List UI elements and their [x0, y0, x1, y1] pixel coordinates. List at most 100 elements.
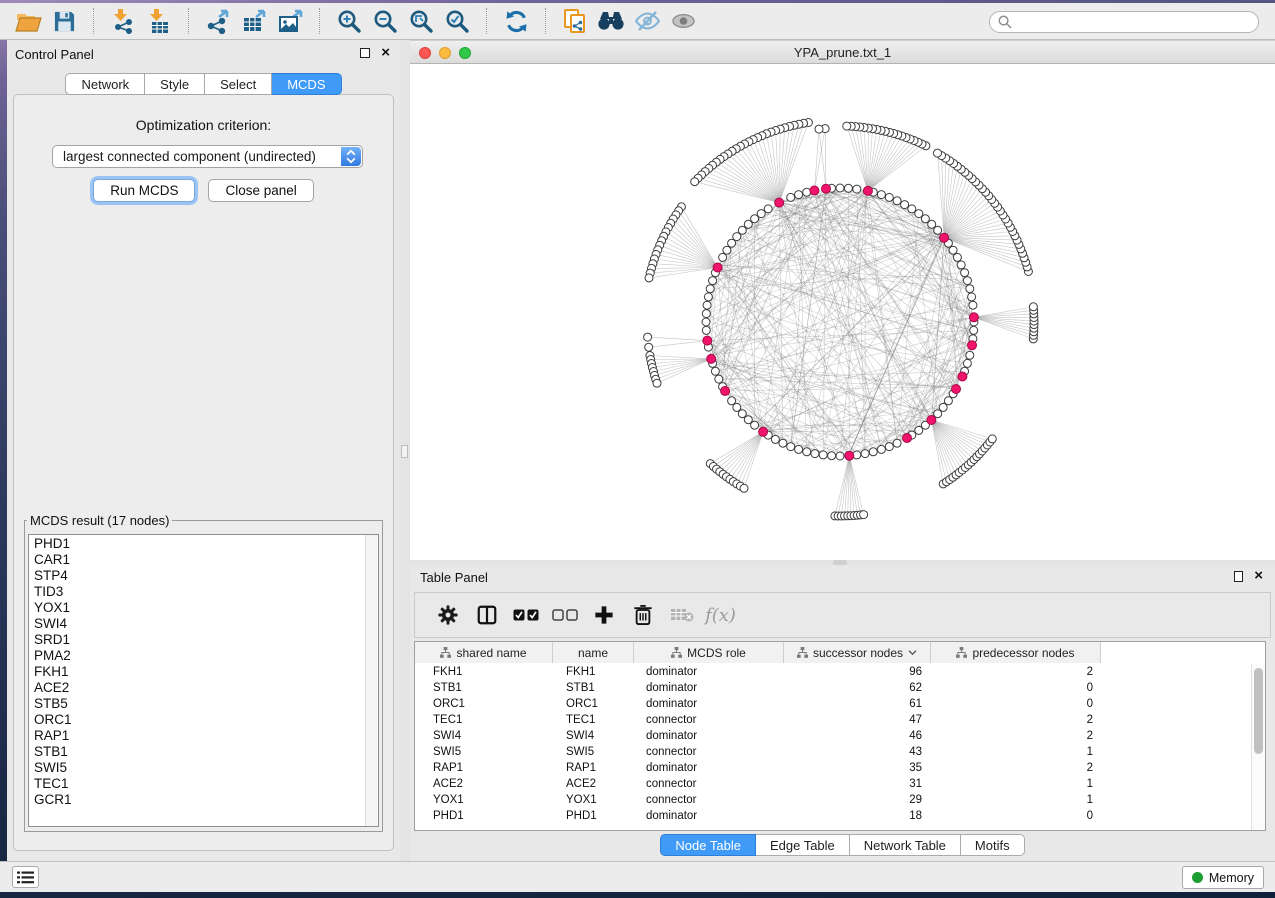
panel-menu-button[interactable] — [12, 866, 39, 888]
float-panel-icon[interactable] — [1234, 571, 1243, 582]
control-panel-tabs: NetworkStyleSelectMCDS — [7, 73, 400, 95]
column-header-filler — [1101, 642, 1265, 663]
table-row[interactable]: SWI4SWI4dominator462 — [415, 728, 1251, 744]
export-table-icon — [241, 8, 268, 34]
tab-mcds[interactable]: MCDS — [272, 73, 341, 95]
table-scrollbar[interactable] — [1251, 664, 1265, 830]
zoom-in-button[interactable] — [331, 6, 367, 36]
refresh-view-button[interactable] — [498, 6, 534, 36]
column-header-shared-name[interactable]: shared name — [415, 642, 553, 663]
import-table-icon — [146, 8, 172, 34]
close-panel-button[interactable]: Close panel — [208, 179, 313, 202]
mcds-result-item[interactable]: PMA2 — [29, 648, 365, 664]
save-session-button[interactable] — [46, 6, 82, 36]
cell-predecessor-nodes: 2 — [931, 730, 1101, 742]
mcds-result-item[interactable]: STB1 — [29, 744, 365, 760]
run-mcds-button[interactable]: Run MCDS — [93, 179, 195, 202]
cell-shared-name: SWI5 — [415, 746, 553, 758]
mcds-result-item[interactable]: YOX1 — [29, 600, 365, 616]
cell-successor-nodes: 46 — [784, 730, 931, 742]
export-table-button[interactable] — [236, 6, 272, 36]
mcds-result-item[interactable]: SRD1 — [29, 632, 365, 648]
tab-select[interactable]: Select — [205, 73, 272, 95]
gear-icon — [437, 604, 459, 626]
mcds-result-item[interactable]: SWI4 — [29, 616, 365, 632]
node-table: shared namenameMCDS rolesuccessor nodesp… — [414, 641, 1266, 831]
cell-mcds-role: dominator — [634, 682, 784, 694]
mcds-result-item[interactable]: STP4 — [29, 568, 365, 584]
clone-network-button[interactable] — [557, 6, 593, 36]
export-image-button[interactable] — [272, 6, 308, 36]
search-icon — [998, 15, 1012, 29]
import-table-button[interactable] — [141, 6, 177, 36]
tab-style[interactable]: Style — [145, 73, 205, 95]
control-panel: Control Panel × NetworkStyleSelectMCDS O… — [7, 40, 400, 861]
mcds-result-item[interactable]: TID3 — [29, 584, 365, 600]
column-header-MCDS-role[interactable]: MCDS role — [634, 642, 784, 663]
table-row[interactable]: ACE2ACE2connector311 — [415, 776, 1251, 792]
result-scrollbar[interactable] — [365, 535, 378, 826]
select-all-button[interactable] — [506, 597, 545, 633]
table-row[interactable]: ORC1ORC1dominator610 — [415, 696, 1251, 712]
mcds-result-item[interactable]: CAR1 — [29, 552, 365, 568]
tab-network-table[interactable]: Network Table — [850, 834, 961, 856]
close-panel-icon[interactable]: × — [1254, 567, 1263, 584]
mcds-result-item[interactable]: TEC1 — [29, 776, 365, 792]
mcds-result-item[interactable]: ACE2 — [29, 680, 365, 696]
column-header-successor-nodes[interactable]: successor nodes — [784, 642, 931, 663]
mcds-result-item[interactable]: SWI5 — [29, 760, 365, 776]
zoom-out-button[interactable] — [367, 6, 403, 36]
float-panel-icon[interactable] — [360, 48, 370, 58]
show-all-button[interactable] — [665, 6, 701, 36]
deselect-all-button[interactable] — [545, 597, 584, 633]
zoom-in-icon — [337, 9, 362, 34]
table-row[interactable]: TEC1TEC1connector472 — [415, 712, 1251, 728]
tab-node-table[interactable]: Node Table — [660, 834, 756, 856]
vertical-splitter[interactable] — [400, 40, 410, 861]
show-columns-button[interactable] — [467, 597, 506, 633]
zoom-selected-button[interactable] — [439, 6, 475, 36]
zoom-fit-icon — [409, 9, 434, 34]
hide-selected-button[interactable] — [629, 6, 665, 36]
mcds-result-item[interactable]: PHD1 — [29, 536, 365, 552]
criterion-value: largest connected component (undirected) — [63, 149, 362, 164]
delete-column-button[interactable] — [623, 597, 662, 633]
criterion-select[interactable]: largest connected component (undirected) — [52, 145, 363, 168]
export-network-button[interactable] — [200, 6, 236, 36]
splitter-grip[interactable] — [401, 445, 408, 458]
column-header-name[interactable]: name — [553, 642, 634, 663]
delete-table-button-disabled — [662, 597, 701, 633]
open-file-button[interactable] — [10, 6, 46, 36]
table-panel-title: Table Panel — [420, 570, 488, 585]
mcds-result-item[interactable]: RAP1 — [29, 728, 365, 744]
search-network-button[interactable] — [593, 6, 629, 36]
search-input[interactable] — [1017, 15, 1250, 29]
table-row[interactable]: FKH1FKH1dominator962 — [415, 664, 1251, 680]
mcds-result-item[interactable]: FKH1 — [29, 664, 365, 680]
scrollbar-thumb[interactable] — [1254, 668, 1263, 754]
table-row[interactable]: RAP1RAP1dominator352 — [415, 760, 1251, 776]
tab-network[interactable]: Network — [65, 73, 145, 95]
add-column-button[interactable] — [584, 597, 623, 633]
mcds-result-item[interactable]: ORC1 — [29, 712, 365, 728]
close-panel-icon[interactable]: × — [381, 44, 390, 61]
table-panel: Table Panel × — [410, 565, 1275, 861]
network-canvas[interactable] — [410, 64, 1275, 560]
memory-button[interactable]: Memory — [1182, 866, 1264, 889]
import-network-button[interactable] — [105, 6, 141, 36]
cell-successor-nodes: 29 — [784, 794, 931, 806]
tab-motifs[interactable]: Motifs — [961, 834, 1025, 856]
table-row[interactable]: PHD1PHD1dominator180 — [415, 808, 1251, 824]
cell-shared-name: ORC1 — [415, 698, 553, 710]
mcds-result-item[interactable]: STB5 — [29, 696, 365, 712]
mcds-result-listbox: PHD1CAR1STP4TID3YOX1SWI4SRD1PMA2FKH1ACE2… — [28, 534, 379, 827]
table-row[interactable]: YOX1YOX1connector291 — [415, 792, 1251, 808]
zoom-fit-button[interactable] — [403, 6, 439, 36]
plus-icon — [594, 605, 614, 625]
table-row[interactable]: STB1STB1dominator620 — [415, 680, 1251, 696]
table-settings-button[interactable] — [428, 597, 467, 633]
tab-edge-table[interactable]: Edge Table — [756, 834, 850, 856]
column-header-predecessor-nodes[interactable]: predecessor nodes — [931, 642, 1101, 663]
table-row[interactable]: SWI5SWI5connector431 — [415, 744, 1251, 760]
mcds-result-item[interactable]: GCR1 — [29, 792, 365, 808]
